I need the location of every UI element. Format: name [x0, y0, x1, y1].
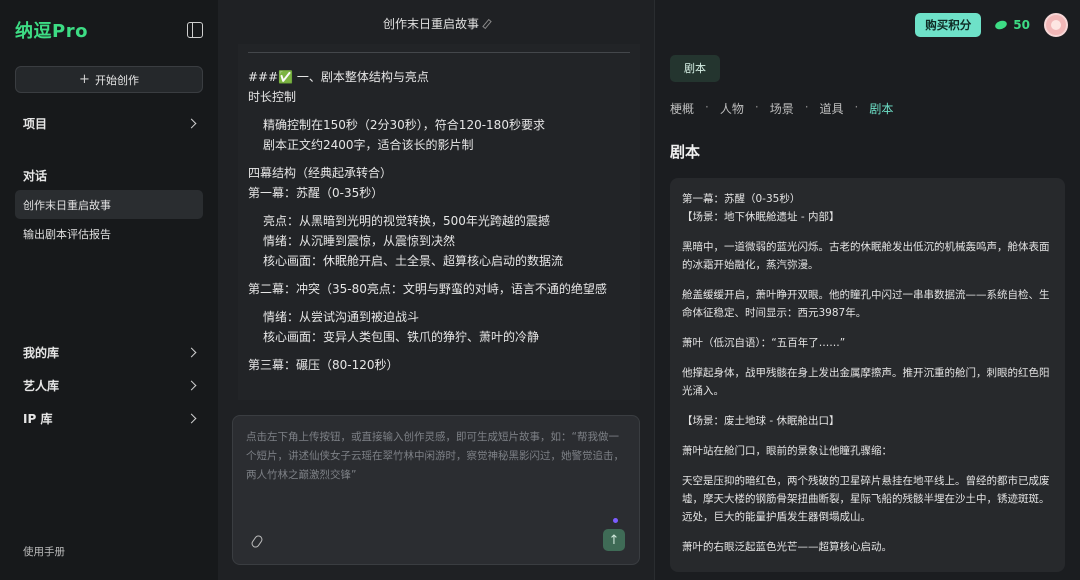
library-label: 艺人库: [23, 379, 60, 393]
message-line: 情绪：从尝试沟通到被迫战斗: [263, 310, 420, 324]
script-content: 第一幕：苏醒（0-35秒） 【场景：地下休眠舱遗址 - 内部】 黑暗中，一道微弱…: [670, 178, 1065, 572]
message-line: 四幕结构（经典起承转合）: [248, 166, 393, 180]
app-logo: 纳逗Pro: [15, 21, 88, 42]
conversation-title-text: 创作末日重启故事: [382, 17, 479, 31]
chevron-right-icon: [186, 380, 197, 391]
script-line: 他撑起身体，战甲残骸在身上发出金属摩擦声。推开沉重的舱门，刺眼的红色阳光涌入。: [682, 367, 1050, 397]
message-line: 剧本正文约2400字，适合该长的影片制: [263, 138, 474, 152]
top-bar: 购买积分 50: [915, 13, 1068, 37]
script-tag[interactable]: 剧本: [670, 55, 720, 82]
user-manual-link[interactable]: 使用手册: [23, 544, 65, 559]
conversation-item[interactable]: 创作末日重启故事: [15, 190, 203, 219]
conversations-heading: 对话: [23, 169, 48, 183]
plus-icon: +: [79, 72, 90, 87]
message-line: 核心画面：变异人类包围、铁爪的狰狞、萧叶的冷静: [263, 330, 540, 344]
tab-script[interactable]: 剧本: [869, 100, 893, 117]
buy-credits-button[interactable]: 购买积分: [915, 13, 982, 37]
chevron-right-icon: [186, 347, 197, 358]
divider: [248, 52, 630, 53]
message-line: 第二幕：冲突（35-80亮点：文明与野蛮的对峙，语言不通的绝望感: [248, 282, 607, 296]
sidebar-item-projects[interactable]: 项目: [15, 111, 203, 135]
conversation-title: 创作末日重启故事: [218, 0, 654, 46]
section-title: 剧本: [670, 143, 701, 161]
message-line: 第一幕：苏醒（0-35秒）: [248, 186, 384, 200]
sidebar-item-my-library[interactable]: 我的库: [15, 336, 203, 369]
brand-bar: 纳逗Pro: [15, 0, 203, 58]
message-line: 精确控制在150秒（2分30秒），符合120-180秒要求: [263, 118, 545, 132]
script-line: 天空是压抑的暗红色，两个残破的卫星碎片悬挂在地平线上。曾经的都市已成废墟，摩天大…: [682, 475, 1050, 523]
attachment-icon[interactable]: [249, 533, 265, 550]
message-line: ###✅ 一、剧本整体结构与亮点: [248, 70, 429, 84]
start-creation-button[interactable]: + 开始创作: [15, 66, 203, 93]
conversation-label: 输出剧本评估报告: [23, 227, 111, 241]
tab-synopsis[interactable]: 梗概: [670, 100, 694, 117]
composer-input[interactable]: 点击左下角上传按钮，或直接输入创作灵感，即可生成短片故事，如：“帮我做一个短片，…: [233, 416, 639, 497]
send-button[interactable]: ↑: [603, 529, 625, 551]
chevron-right-icon: [186, 118, 197, 128]
message-content: ###✅ 一、剧本整体结构与亮点 时长控制 精确控制在150秒（2分30秒），符…: [238, 44, 640, 400]
message-heading: ###✅ 一、剧本整体结构与亮点: [248, 67, 630, 87]
tab-scenes[interactable]: 场景: [770, 100, 794, 117]
message-line: 核心画面：休眠舱开启、土全景、超算核心启动的数据流: [263, 254, 564, 268]
sidebar-item-ip-library[interactable]: IP 库: [15, 402, 203, 435]
script-line: 第一幕：苏醒（0-35秒）: [682, 193, 801, 205]
chat-panel: 创作末日重启故事 ###✅ 一、剧本整体结构与亮点 时长控制 精确控制在150秒…: [218, 0, 654, 580]
script-line: 萧叶的右眼泛起蓝色光芒——超算核心启动。: [682, 541, 892, 553]
composer[interactable]: 点击左下角上传按钮，或直接输入创作灵感，即可生成短片故事，如：“帮我做一个短片，…: [232, 415, 640, 565]
edit-icon[interactable]: [482, 18, 492, 30]
message-line: 情绪：从沉睡到震惊，从震惊到决然: [263, 234, 456, 248]
arrow-up-icon: ↑: [608, 532, 620, 548]
status-dot: [613, 518, 618, 523]
chevron-right-icon: [186, 413, 197, 424]
credits-display: 50: [994, 18, 1030, 32]
script-panel: 购买积分 50 剧本 梗概 · 人物 · 场景 · 道具 · 剧本 剧本 第一幕：苏醒（…: [654, 0, 1080, 580]
tab-characters[interactable]: 人物: [720, 100, 744, 117]
sidebar-toggle-icon[interactable]: [187, 22, 203, 38]
script-line: 【场景：地下休眠舱遗址 - 内部】: [682, 211, 840, 223]
credits-icon: [994, 19, 1009, 31]
sidebar-item-artist-library[interactable]: 艺人库: [15, 369, 203, 402]
script-line: 萧叶（低沉自语）：“五百年了……”: [682, 337, 846, 349]
conversation-label: 创作末日重启故事: [23, 198, 111, 212]
library-label: IP 库: [23, 412, 53, 426]
script-line: 萧叶站在舱门口，眼前的景象让他瞳孔骤缩：: [682, 445, 892, 457]
message-line: 亮点：从黑暗到光明的视觉转换，500年光跨越的震撼: [263, 214, 550, 228]
script-line: 舱盖缓缓开启，萧叶睁开双眼。他的瞳孔中闪过一串串数据流——系统自检、生命体征稳定…: [682, 289, 1050, 319]
script-line: 【场景：废土地球 - 休眠舱出口】: [682, 415, 840, 427]
message-line: 时长控制: [248, 90, 297, 104]
library-label: 我的库: [23, 346, 60, 360]
tab-bar: 梗概 · 人物 · 场景 · 道具 · 剧本: [670, 100, 894, 117]
script-line: 黑暗中，一道微弱的蓝光闪烁。古老的休眠舱发出低沉的机械轰鸣声，舱体表面的冰霜开始…: [682, 241, 1050, 271]
sidebar: 纳逗Pro + 开始创作 项目 对话 创作末日重启故事 输出剧本评估报告 我的库…: [0, 0, 218, 580]
projects-label: 项目: [23, 116, 48, 131]
credits-count: 50: [1013, 18, 1030, 32]
start-creation-label: 开始创作: [94, 73, 139, 87]
conversation-item[interactable]: 输出剧本评估报告: [15, 219, 203, 248]
message-line: 第三幕：碾压（80-120秒）: [248, 358, 399, 372]
tab-props[interactable]: 道具: [820, 100, 844, 117]
avatar[interactable]: [1044, 13, 1068, 37]
